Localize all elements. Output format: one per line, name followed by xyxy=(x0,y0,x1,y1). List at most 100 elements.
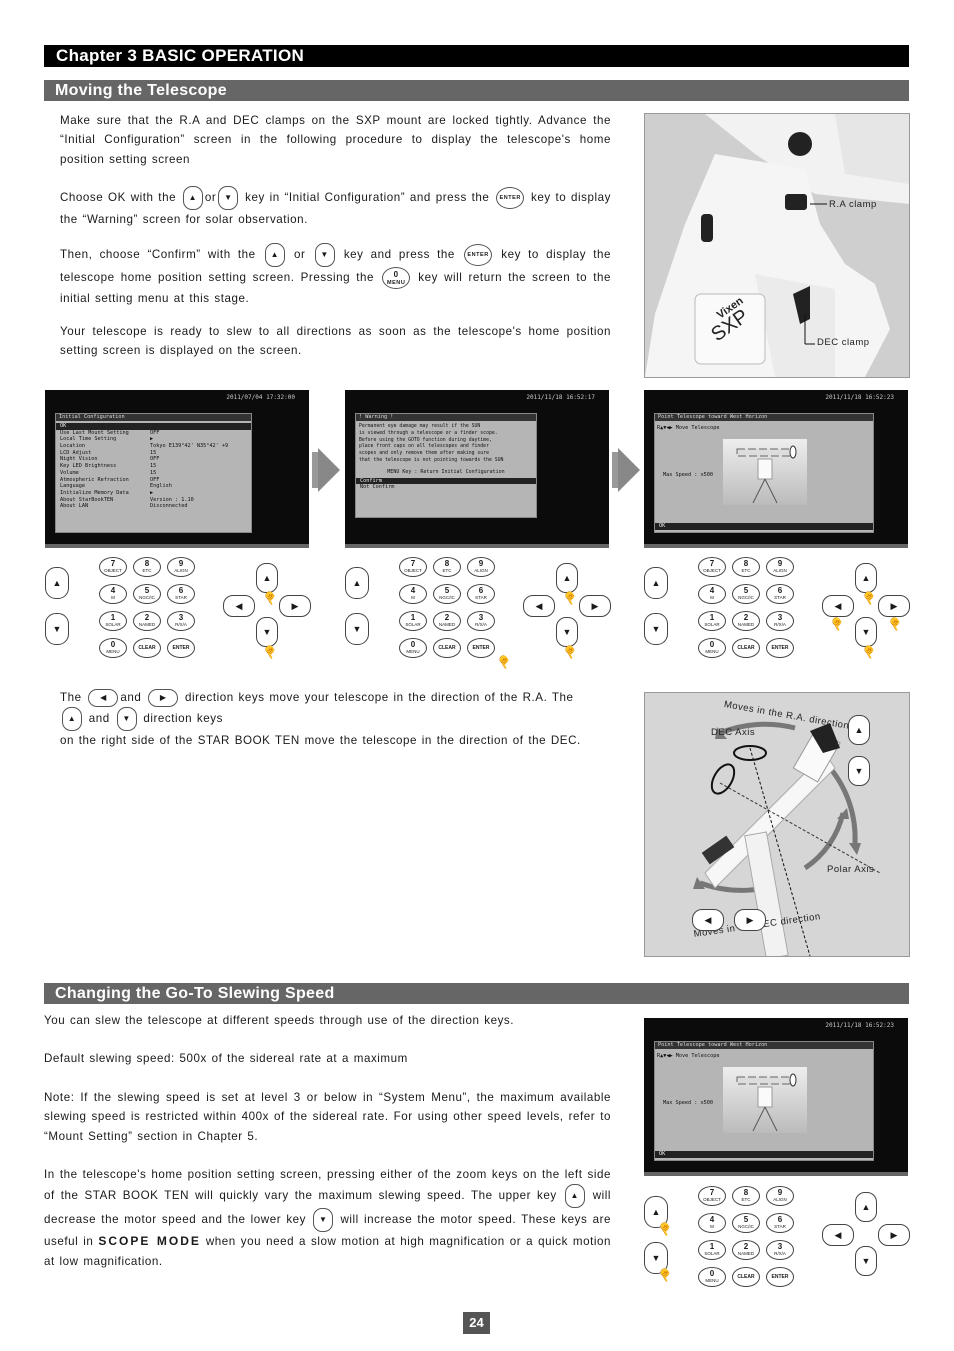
numpad-key-0[interactable]: 0 MENU xyxy=(698,1267,726,1287)
config-row[interactable]: Initialize Memory Data ▶ xyxy=(56,490,251,497)
direction-up-key[interactable]: ▲ xyxy=(855,563,877,593)
ok-button[interactable]: OK xyxy=(655,1151,873,1158)
config-row[interactable]: Night Vision OFF xyxy=(56,456,251,463)
numpad-key-8[interactable]: 8 ETC xyxy=(732,1186,760,1206)
config-row[interactable]: Key LED Brightness 15 xyxy=(56,463,251,470)
numpad-key-8[interactable]: 8 ETC xyxy=(732,557,760,577)
numpad-key-0[interactable]: 0 MENU xyxy=(698,638,726,658)
direction-right-key[interactable]: ▶ xyxy=(878,595,910,617)
numpad-key-9[interactable]: 9 ALIGN xyxy=(766,1186,794,1206)
config-row[interactable]: Location Tokyo E139°42' N35°42' +9 xyxy=(56,443,251,450)
numpad-key-7[interactable]: 7 OBJECT xyxy=(399,557,427,577)
numpad-key-2[interactable]: 2 NAMED xyxy=(732,1240,760,1260)
config-row[interactable]: Local Time Setting ▶ xyxy=(56,436,251,443)
numpad-key-5[interactable]: 5 NGC/IC xyxy=(133,584,161,604)
numpad-key-6[interactable]: 6 STAR xyxy=(766,1213,794,1233)
key-number: 5 xyxy=(743,586,749,595)
config-key: About LAN xyxy=(60,503,89,510)
direction-down-key[interactable]: ▼ xyxy=(256,617,278,647)
menu-num: 0 xyxy=(393,270,399,279)
numpad-key-6[interactable]: 6 STAR xyxy=(766,584,794,604)
config-row[interactable]: Atmospheric Refraction OFF xyxy=(56,477,251,484)
numpad-key-clear[interactable]: CLEAR xyxy=(732,638,760,658)
numpad-key-2[interactable]: 2 NAMED xyxy=(433,611,461,631)
numpad-key-3[interactable]: 3 R/X/A xyxy=(167,611,195,631)
direction-up-key[interactable]: ▲ xyxy=(855,1192,877,1222)
move-hint: R▲▼◀▶ Move Telescope xyxy=(657,425,720,431)
numpad-key-3[interactable]: 3 R/X/A xyxy=(766,1240,794,1260)
numpad-key-4[interactable]: 4M xyxy=(399,584,427,604)
direction-right-key[interactable]: ▶ xyxy=(579,595,611,617)
numpad-key-9[interactable]: 9 ALIGN xyxy=(467,557,495,577)
numpad-key-enter[interactable]: ENTER xyxy=(766,638,794,658)
key-number: 5 xyxy=(743,1215,749,1224)
numpad-key-2[interactable]: 2 NAMED xyxy=(732,611,760,631)
direction-down-key[interactable]: ▼ xyxy=(855,617,877,647)
direction-down-key[interactable]: ▼ xyxy=(556,617,578,647)
numpad-key-7[interactable]: 7 OBJECT xyxy=(698,557,726,577)
numpad-key-7[interactable]: 7 OBJECT xyxy=(99,557,127,577)
key-sublabel: R/X/A xyxy=(475,622,487,627)
numpad-key-clear[interactable]: CLEAR xyxy=(433,638,461,658)
numpad-key-4[interactable]: 4M xyxy=(99,584,127,604)
numpad-key-2[interactable]: 2 NAMED xyxy=(133,611,161,631)
numpad-key-1[interactable]: 1 SOLAR xyxy=(698,611,726,631)
zoom-up-key[interactable]: ▲ xyxy=(45,567,69,599)
numpad-key-1[interactable]: 1 SOLAR xyxy=(698,1240,726,1260)
config-row[interactable]: Volume 15 xyxy=(56,470,251,477)
direction-up-key[interactable]: ▲ xyxy=(256,563,278,593)
text: or xyxy=(294,248,306,262)
config-row[interactable]: Language English xyxy=(56,483,251,490)
direction-left-key[interactable]: ◀ xyxy=(822,595,854,617)
option-confirm[interactable]: Confirm xyxy=(356,477,536,485)
numpad-key-5[interactable]: 5 NGC/IC xyxy=(732,1213,760,1233)
option-not-confirm[interactable]: Not Confirm xyxy=(356,484,536,491)
numpad-key-enter[interactable]: ENTER xyxy=(467,638,495,658)
config-row[interactable]: LCD Adjust 15 xyxy=(56,450,251,457)
zoom-down-key[interactable]: ▼ xyxy=(345,613,369,645)
zoom-down-key[interactable]: ▼ xyxy=(45,613,69,645)
numpad-key-6[interactable]: 6 STAR xyxy=(467,584,495,604)
numpad-key-1[interactable]: 1 SOLAR xyxy=(99,611,127,631)
numpad-key-3[interactable]: 3 R/X/A xyxy=(766,611,794,631)
numpad-key-7[interactable]: 7 OBJECT xyxy=(698,1186,726,1206)
numpad-key-4[interactable]: 4M xyxy=(698,1213,726,1233)
key-sublabel: ETC xyxy=(741,568,751,573)
numpad-key-0[interactable]: 0 MENU xyxy=(99,638,127,658)
numpad-key-5[interactable]: 5 NGC/IC xyxy=(732,584,760,604)
key-sublabel: MENU xyxy=(705,649,719,654)
numpad-key-1[interactable]: 1 SOLAR xyxy=(399,611,427,631)
direction-right-key[interactable]: ▶ xyxy=(878,1224,910,1246)
numpad-key-3[interactable]: 3 R/X/A xyxy=(467,611,495,631)
direction-up-key[interactable]: ▲ xyxy=(556,563,578,593)
numpad-key-6[interactable]: 6 STAR xyxy=(167,584,195,604)
numpad-key-0[interactable]: 0 MENU xyxy=(399,638,427,658)
zoom-keys-paragraph: In the telescope's home position setting… xyxy=(44,1165,611,1271)
key-number: CLEAR xyxy=(737,645,755,651)
zoom-up-key[interactable]: ▲ xyxy=(644,567,668,599)
direction-left-key[interactable]: ◀ xyxy=(822,1224,854,1246)
menu-item-ok[interactable]: OK xyxy=(56,423,251,430)
numpad-key-clear[interactable]: CLEAR xyxy=(732,1267,760,1287)
zoom-down-key[interactable]: ▼ xyxy=(644,613,668,645)
numpad-key-9[interactable]: 9 ALIGN xyxy=(766,557,794,577)
zoom-up-key[interactable]: ▲ xyxy=(345,567,369,599)
direction-right-key[interactable]: ▶ xyxy=(279,595,311,617)
config-row[interactable]: About LAN Disconnected xyxy=(56,503,251,510)
numpad-key-enter[interactable]: ENTER xyxy=(766,1267,794,1287)
direction-left-key[interactable]: ◀ xyxy=(523,595,555,617)
numpad-key-5[interactable]: 5 NGC/IC xyxy=(433,584,461,604)
numpad-key-8[interactable]: 8 ETC xyxy=(433,557,461,577)
ok-button[interactable]: OK xyxy=(655,523,873,530)
config-value: OFF xyxy=(150,456,160,463)
config-row[interactable]: Use Last Mount Setting OFF xyxy=(56,430,251,437)
direction-down-key[interactable]: ▼ xyxy=(855,1246,877,1276)
direction-left-key[interactable]: ◀ xyxy=(223,595,255,617)
numpad-key-clear[interactable]: CLEAR xyxy=(133,638,161,658)
config-row[interactable]: About StarBookTEN Version : 1.10 xyxy=(56,497,251,504)
numpad-key-4[interactable]: 4M xyxy=(698,584,726,604)
numpad-key-9[interactable]: 9 ALIGN xyxy=(167,557,195,577)
numpad-key-8[interactable]: 8 ETC xyxy=(133,557,161,577)
numpad-key-enter[interactable]: ENTER xyxy=(167,638,195,658)
key-sublabel: NGC/IC xyxy=(738,1224,754,1229)
